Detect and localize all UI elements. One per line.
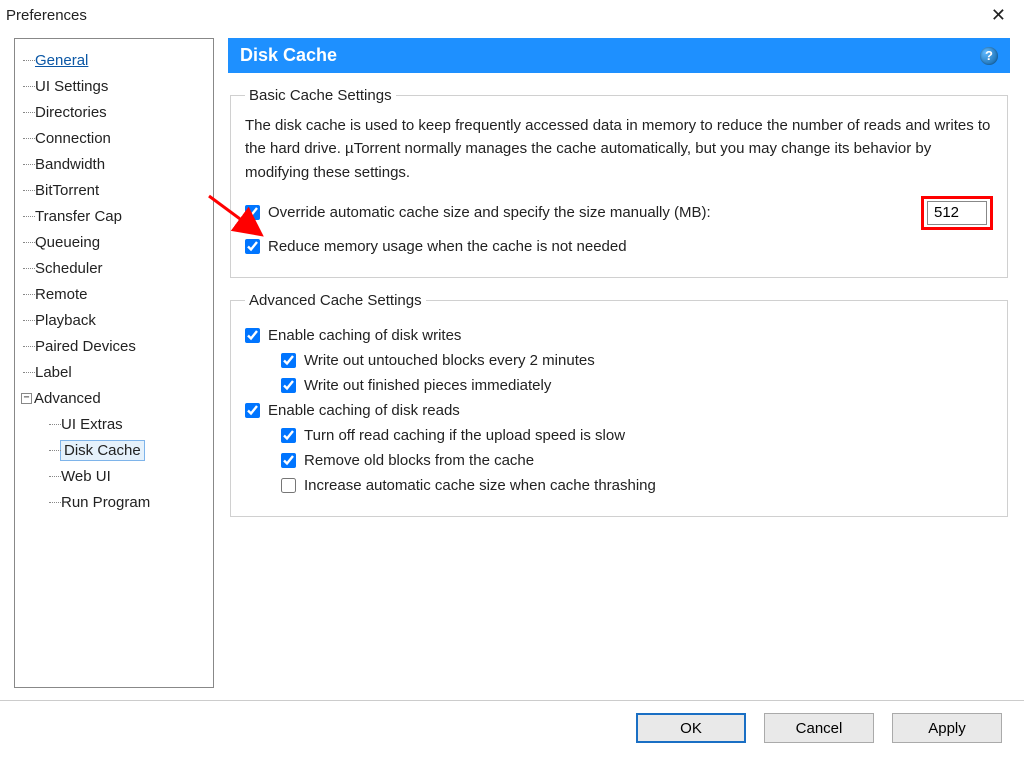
enable-writes-checkbox[interactable]	[245, 328, 260, 343]
tree-item-disk-cache[interactable]: Disk Cache	[21, 437, 207, 463]
enable-writes-label: Enable caching of disk writes	[268, 327, 461, 344]
tree-item-bandwidth[interactable]: Bandwidth	[21, 151, 207, 177]
nav-tree: General UI Settings Directories Connecti…	[14, 38, 214, 688]
tree-item-bittorrent[interactable]: BitTorrent	[21, 177, 207, 203]
close-icon[interactable]: ✕	[983, 4, 1014, 26]
tree-item-web-ui[interactable]: Web UI	[21, 463, 207, 489]
tree-item-paired-devices[interactable]: Paired Devices	[21, 333, 207, 359]
cancel-button[interactable]: Cancel	[764, 713, 874, 743]
tree-item-scheduler[interactable]: Scheduler	[21, 255, 207, 281]
apply-button[interactable]: Apply	[892, 713, 1002, 743]
basic-legend: Basic Cache Settings	[245, 87, 396, 104]
cache-size-input[interactable]	[927, 201, 987, 225]
reduce-memory-checkbox[interactable]	[245, 239, 260, 254]
basic-cache-group: Basic Cache Settings The disk cache is u…	[230, 87, 1008, 278]
tree-item-advanced[interactable]: −Advanced	[21, 385, 207, 411]
write-finished-label: Write out finished pieces immediately	[304, 377, 551, 394]
reduce-memory-label: Reduce memory usage when the cache is no…	[268, 238, 627, 255]
help-icon[interactable]: ?	[980, 47, 998, 65]
tree-item-connection[interactable]: Connection	[21, 125, 207, 151]
tree-item-directories[interactable]: Directories	[21, 99, 207, 125]
enable-reads-label: Enable caching of disk reads	[268, 402, 460, 419]
ok-button[interactable]: OK	[636, 713, 746, 743]
tree-item-playback[interactable]: Playback	[21, 307, 207, 333]
highlight-annotation	[921, 196, 993, 230]
advanced-legend: Advanced Cache Settings	[245, 292, 426, 309]
window-title: Preferences	[6, 7, 87, 24]
turn-off-read-checkbox[interactable]	[281, 428, 296, 443]
advanced-cache-group: Advanced Cache Settings Enable caching o…	[230, 292, 1008, 517]
write-untouched-checkbox[interactable]	[281, 353, 296, 368]
section-header: Disk Cache ?	[228, 38, 1010, 73]
increase-auto-checkbox[interactable]	[281, 478, 296, 493]
override-cache-label: Override automatic cache size and specif…	[268, 204, 711, 221]
write-untouched-label: Write out untouched blocks every 2 minut…	[304, 352, 595, 369]
tree-item-ui-settings[interactable]: UI Settings	[21, 73, 207, 99]
tree-item-remote[interactable]: Remote	[21, 281, 207, 307]
section-title: Disk Cache	[240, 45, 337, 66]
tree-item-run-program[interactable]: Run Program	[21, 489, 207, 515]
increase-auto-label: Increase automatic cache size when cache…	[304, 477, 656, 494]
tree-item-general[interactable]: General	[21, 47, 207, 73]
remove-old-label: Remove old blocks from the cache	[304, 452, 534, 469]
tree-item-ui-extras[interactable]: UI Extras	[21, 411, 207, 437]
tree-item-transfer-cap[interactable]: Transfer Cap	[21, 203, 207, 229]
tree-collapse-icon[interactable]: −	[21, 393, 32, 404]
turn-off-read-label: Turn off read caching if the upload spee…	[304, 427, 625, 444]
write-finished-checkbox[interactable]	[281, 378, 296, 393]
tree-item-label[interactable]: Label	[21, 359, 207, 385]
remove-old-checkbox[interactable]	[281, 453, 296, 468]
basic-description: The disk cache is used to keep frequentl…	[245, 114, 993, 184]
override-cache-checkbox[interactable]	[245, 205, 260, 220]
enable-reads-checkbox[interactable]	[245, 403, 260, 418]
tree-item-queueing[interactable]: Queueing	[21, 229, 207, 255]
